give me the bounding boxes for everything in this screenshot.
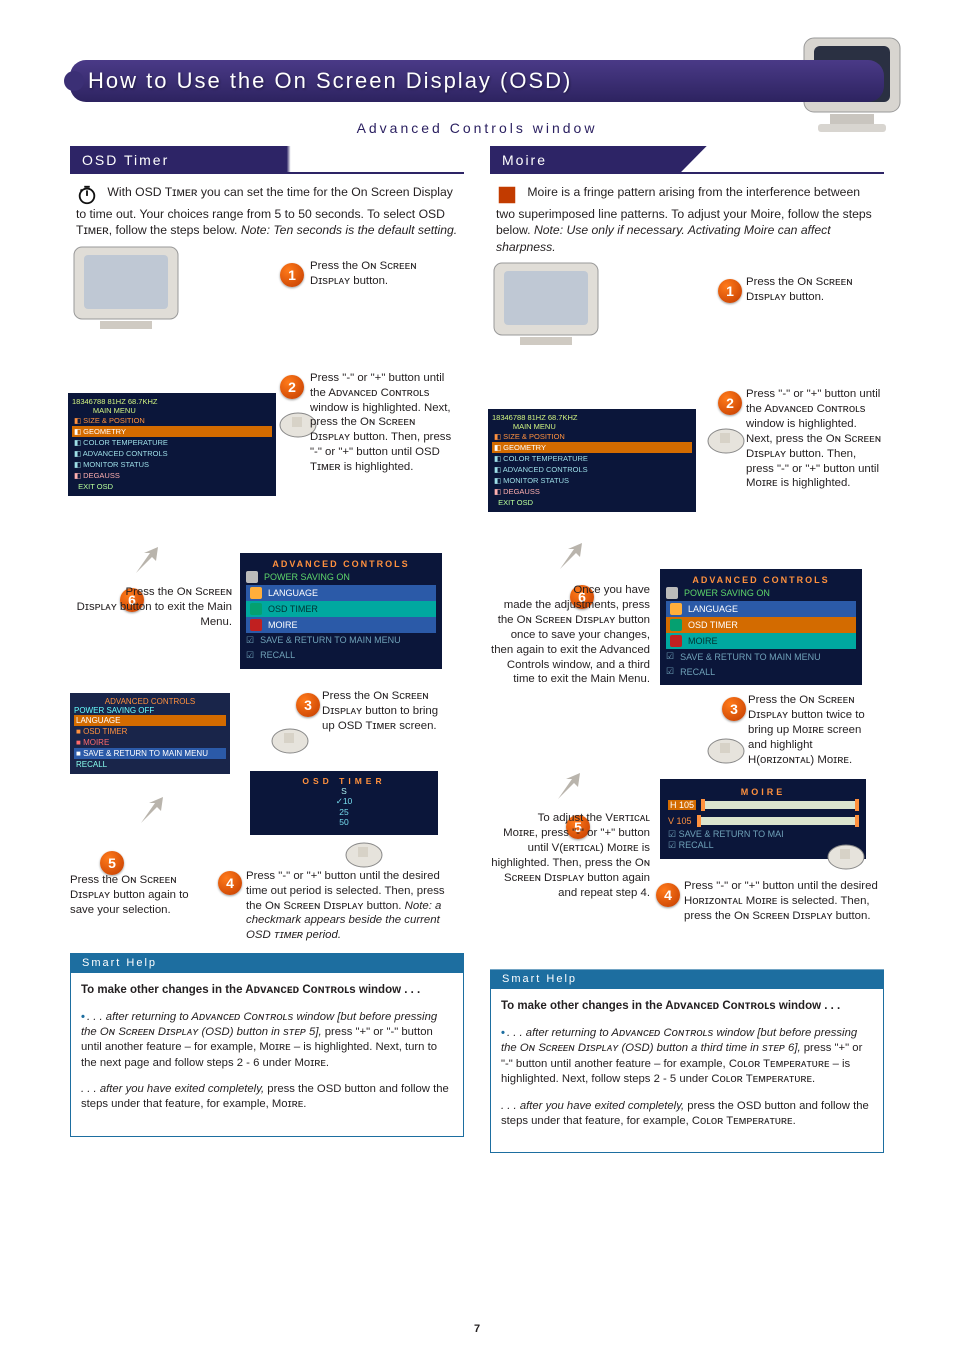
page-number: 7 xyxy=(474,1323,480,1335)
page-title: How to Use the On Screen Display (OSD) xyxy=(88,68,572,93)
timer-icon xyxy=(76,184,98,206)
step-3-text: Press the Oɴ Sᴄʀᴇᴇɴ Dɪsᴘʟᴀʏ button twice… xyxy=(748,693,878,767)
smart-help-bar: Smart Help xyxy=(70,953,464,973)
figure-advanced-controls-small: ADVANCED CONTROLS POWER SAVING OFF LANGU… xyxy=(70,693,230,774)
step-6-text: xxxxxxxxxxOnce you have made the adjustm… xyxy=(490,583,650,687)
smart-help-body: To make other changes in the Aᴅᴠᴀɴᴄᴇᴅ Cᴏ… xyxy=(490,989,884,1153)
step-4-badge: 4 xyxy=(656,883,680,907)
step-1-badge: 1 xyxy=(280,263,304,287)
figure-osd-timer-options: OSD TIMER S ✓10 25 50 xyxy=(250,771,438,835)
step-4-text: Press "-" or "+" button until the desire… xyxy=(684,879,880,923)
figure-osd-button xyxy=(270,719,314,757)
figure-main-menu: 18346788 81HZ 68.7KHZ MAIN MENU ◧ SIZE &… xyxy=(68,393,276,496)
arrow-icon xyxy=(554,539,590,575)
step-1-text: Press the Oɴ Sᴄʀᴇᴇɴ Dɪsᴘʟᴀʏ button. xyxy=(746,275,876,305)
moire-icon xyxy=(496,184,518,206)
intro-osd-timer: With OSD Tɪᴍᴇʀ you can set the time for … xyxy=(70,174,464,243)
step-5-text: xxxxxxxxTo adjust the Vᴇʀᴛɪᴄᴀʟ Mᴏɪʀᴇ, pr… xyxy=(490,811,650,900)
smart-help-bar: Smart Help xyxy=(490,969,884,989)
page-subtitle: Advanced Controls window xyxy=(70,120,884,136)
step-3-text: Press the Oɴ Sᴄʀᴇᴇɴ Dɪsᴘʟᴀʏ button to br… xyxy=(322,689,452,733)
figure-osd-button xyxy=(706,729,750,767)
figure-main-menu: 18346788 81HZ 68.7KHZ MAIN MENU ◧ SIZE &… xyxy=(488,409,696,512)
smart-help-body: To make other changes in the Aᴅᴠᴀɴᴄᴇᴅ Cᴏ… xyxy=(70,973,464,1137)
figure-advanced-controls-menu: ADVANCED CONTROLS POWER SAVING ON LANGUA… xyxy=(660,569,862,685)
step-3-badge: 3 xyxy=(296,693,320,717)
step-2-text: Press "-" or "+" button until the Aᴅᴠᴀɴᴄ… xyxy=(310,371,455,475)
step-6-text: xxxxxxxxPress the Oɴ Sᴄʀᴇᴇɴ Dɪsᴘʟᴀʏ butt… xyxy=(76,585,232,629)
panel-title-osd-timer: OSD Timer xyxy=(70,146,464,174)
step-4-badge: 4 xyxy=(218,871,242,895)
panel-title-moire: Moire xyxy=(490,146,884,174)
figure-osd-button xyxy=(706,419,750,457)
step-5-text: Press the Oɴ Sᴄʀᴇᴇɴ Dɪsᴘʟᴀʏ button again… xyxy=(70,873,210,917)
step-2-badge: 2 xyxy=(280,375,304,399)
step-1-text: Press the Oɴ Sᴄʀᴇᴇɴ Dɪsᴘʟᴀʏ button. xyxy=(310,259,450,289)
step-3-badge: 3 xyxy=(722,697,746,721)
intro-moire: Moire is a fringe pattern arising from t… xyxy=(490,174,884,259)
step-5-badge: 5 xyxy=(100,851,124,875)
page-title-bar: How to Use the On Screen Display (OSD) xyxy=(70,60,884,102)
figure-monitor xyxy=(490,259,610,354)
figure-advanced-controls-menu: ADVANCED CONTROLS POWER SAVING ON LANGUA… xyxy=(240,553,442,669)
figure-osd-button xyxy=(826,835,870,873)
col-moire: Moire Moire is a fringe pattern arising … xyxy=(490,146,884,1153)
step-4-text: Press "-" or "+" button until the desire… xyxy=(246,869,446,943)
figure-monitor xyxy=(70,243,190,338)
arrow-icon xyxy=(130,543,166,579)
col-osd-timer: OSD Timer With OSD Tɪᴍᴇʀ you can set the… xyxy=(70,146,464,1153)
figure-osd-button xyxy=(344,833,388,871)
arrow-icon xyxy=(135,793,171,829)
step-1-badge: 1 xyxy=(718,279,742,303)
step-2-badge: 2 xyxy=(718,391,742,415)
step-2-text: Press "-" or "+" button until the Aᴅᴠᴀɴᴄ… xyxy=(746,387,881,491)
arrow-icon xyxy=(552,769,588,805)
